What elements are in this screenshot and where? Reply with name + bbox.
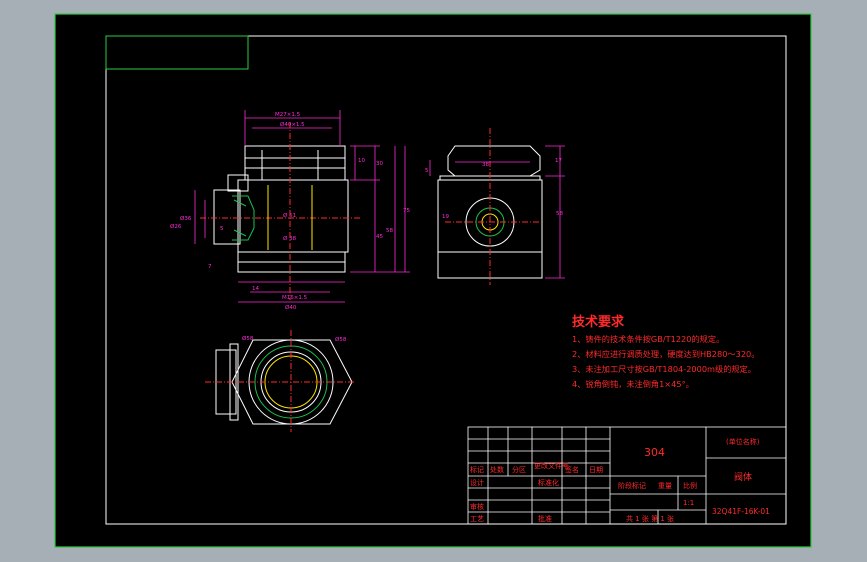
tb-label-stage-mark: 阶段标记 [618, 481, 646, 490]
tech-req-item-2: 2、材料应进行调质处理，硬度达到HB280～320。 [572, 349, 759, 359]
drawing-viewer[interactable]: M27×1.5 Ø40×1.5 10 30 58 75 45 Ø 51 Ø 38… [0, 0, 867, 562]
tb-drawing-no: 32Q41F-16K-01 [712, 507, 770, 516]
dim-top-1: M27×1.5 [275, 112, 301, 118]
tb-company: (单位名称) [726, 437, 760, 446]
tech-req-item-3: 3、未注加工尺寸按GB/T1804-2000m级的规定。 [572, 364, 756, 374]
tb-label-review: 审核 [470, 502, 484, 511]
dim-side-5: 45 [376, 234, 383, 240]
dim-bottom-1: 14 [252, 286, 259, 292]
dim-bv-1: Ø58 [242, 335, 254, 342]
dim-inner-1: Ø 51 [283, 212, 296, 219]
tb-label-scale: 比例 [683, 481, 697, 490]
tb-sheet-info: 共 1 张 第 1 张 [626, 514, 674, 523]
dim-left-2: Ø36 [180, 215, 192, 222]
dim-right-4: 38 [482, 162, 489, 168]
dim-top-2: Ø40×1.5 [280, 121, 305, 128]
tb-scale-value: 1:1 [683, 499, 694, 507]
drawing-border [54, 13, 812, 548]
tb-label-process: 工艺 [470, 515, 484, 523]
cad-drawing-canvas[interactable]: M27×1.5 Ø40×1.5 10 30 58 75 45 Ø 51 Ø 38… [0, 0, 867, 562]
dim-right-3: 58 [556, 211, 563, 217]
tb-part-name: 阀体 [734, 471, 752, 483]
dim-bottom-3: Ø40 [285, 304, 297, 311]
tb-label-mark: 标记 [470, 465, 484, 474]
tech-req-title: 技术要求 [572, 314, 625, 330]
dim-left-1: Ø26 [170, 223, 182, 230]
dim-left-4: 7 [208, 264, 212, 270]
dim-inner-2: Ø 38 [283, 235, 297, 242]
dim-side-4: 75 [403, 208, 410, 214]
dim-side-1: 10 [358, 158, 365, 164]
dim-right-2: 17 [555, 158, 562, 164]
tb-label-count: 处数 [490, 465, 504, 474]
tech-req-item-1: 1、铸件的技术条件按GB/T1220的规定。 [572, 334, 724, 344]
tb-material: 304 [644, 446, 665, 459]
tb-label-design: 设计 [470, 478, 484, 487]
tb-label-date: 日期 [589, 466, 603, 474]
dim-right-5: 19 [442, 214, 449, 220]
tb-label-change-doc: 更改文件号 [534, 461, 569, 470]
tb-label-approve: 批准 [538, 514, 552, 523]
dim-right-1: 5 [425, 168, 429, 174]
dim-bottom-2: M16×1.5 [282, 295, 308, 301]
dim-bv-2: Ø58 [335, 336, 347, 343]
dim-side-3: 58 [386, 228, 393, 234]
tb-label-standardization: 标准化 [538, 478, 559, 487]
tb-label-zone: 分区 [512, 465, 526, 474]
tb-label-weight: 重量 [658, 482, 672, 490]
tech-req-item-4: 4、锐角倒钝，未注倒角1×45°。 [572, 379, 694, 389]
tb-label-signature: 签名 [565, 465, 579, 474]
dim-side-2: 30 [376, 161, 383, 167]
dim-left-3: 5 [220, 226, 224, 232]
